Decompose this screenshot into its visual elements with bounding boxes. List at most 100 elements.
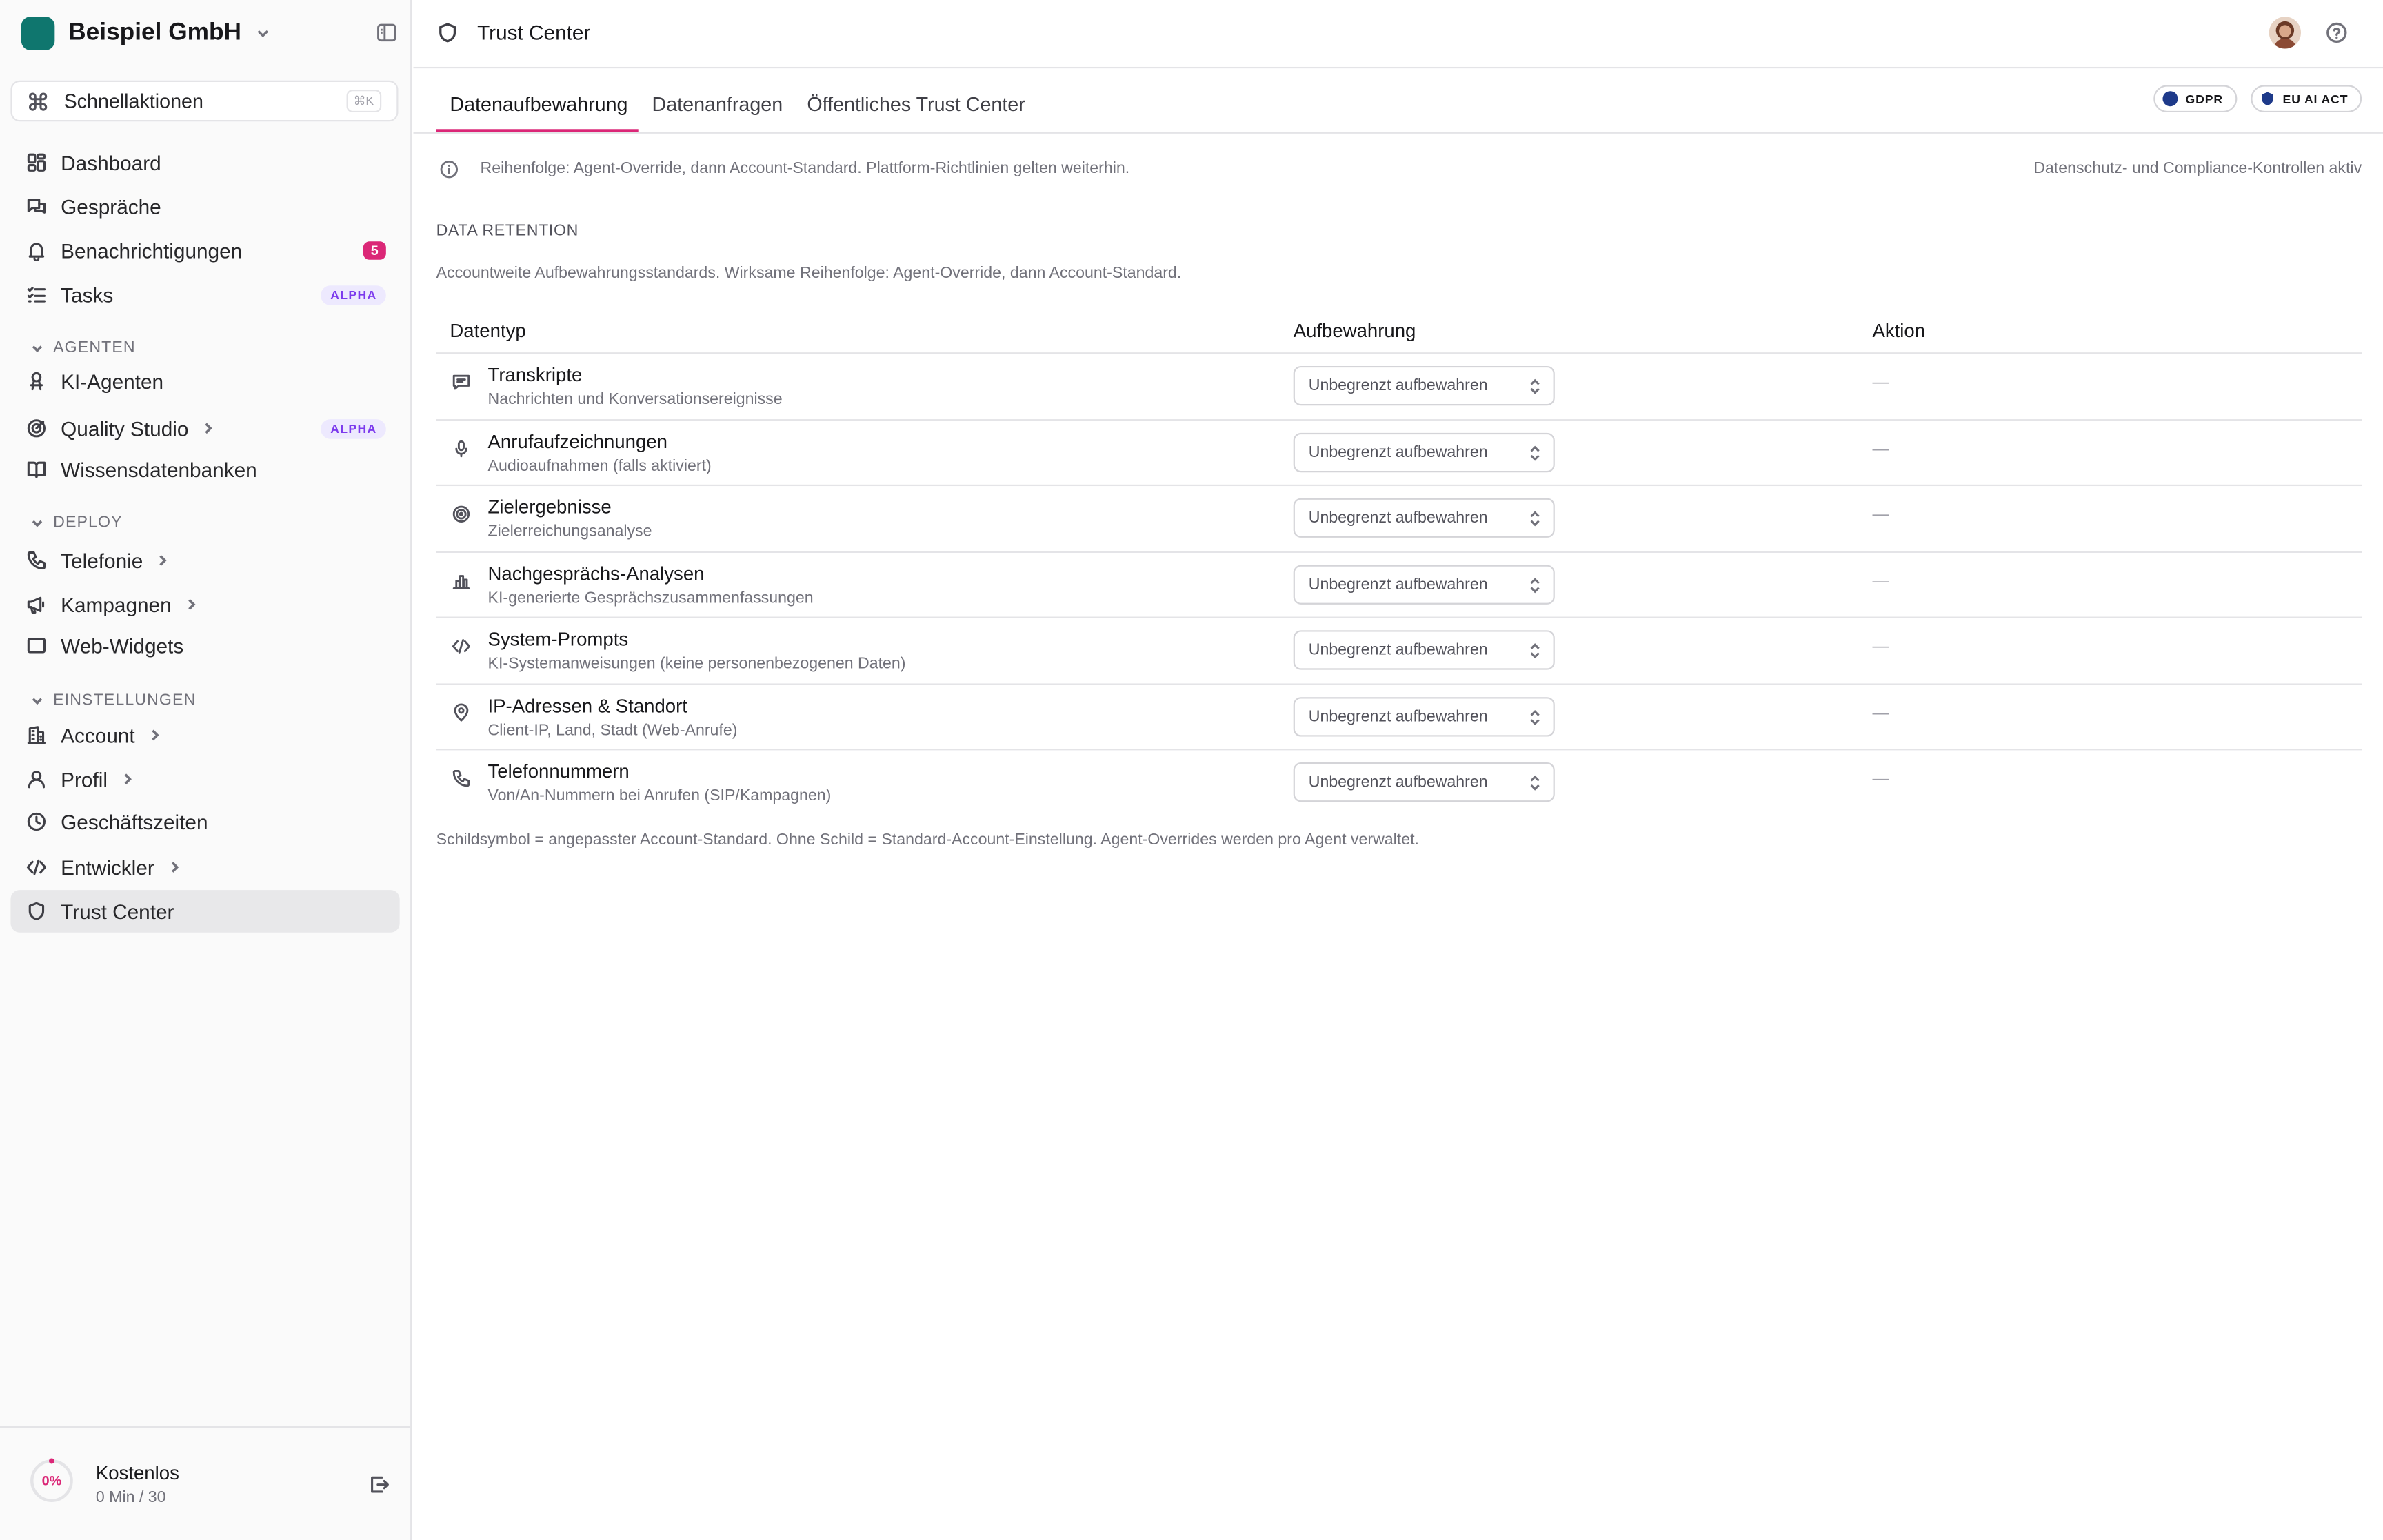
select-value: Unbegrenzt aufbewahren (1308, 707, 1488, 726)
messages-icon (26, 196, 47, 217)
megaphone-icon (26, 594, 47, 615)
retention-select[interactable]: Unbegrenzt aufbewahren (1293, 762, 1555, 802)
chevrons-up-down-icon (1529, 510, 1541, 527)
phone-icon (452, 769, 472, 789)
sidebar-item-profile[interactable]: Profil (10, 758, 399, 800)
section-label: EINSTELLUNGEN (53, 691, 197, 709)
sidebar-item-label: Trust Center (61, 900, 174, 923)
sidebar-item-label: Quality Studio (61, 416, 189, 440)
help-icon[interactable] (2325, 21, 2348, 44)
microphone-icon (452, 438, 472, 458)
row-action: — (1872, 571, 1889, 590)
notification-count-badge: 5 (363, 241, 386, 260)
section-agents[interactable]: AGENTEN (30, 338, 136, 357)
book-icon (26, 458, 47, 480)
usage-percent: 0% (41, 1473, 62, 1489)
select-value: Unbegrenzt aufbewahren (1308, 509, 1488, 527)
sidebar-item-telephony[interactable]: Telefonie (10, 539, 399, 582)
sidebar-item-developer[interactable]: Entwickler (10, 846, 399, 889)
eu-ai-act-label: EU AI ACT (2282, 92, 2349, 106)
top-bar: Trust Center (413, 0, 2383, 69)
row-action: — (1872, 439, 1889, 458)
chevrons-up-down-icon (1529, 576, 1541, 593)
sidebar-item-trust-center[interactable]: Trust Center (10, 890, 400, 933)
compliance-status: Datenschutz- und Compliance-Kontrollen a… (2033, 159, 2362, 178)
quick-actions-button[interactable]: Schnellaktionen ⌘K (10, 80, 399, 122)
tab-bar: Datenaufbewahrung Datenanfragen Öffentli… (413, 67, 2383, 134)
row-action: — (1872, 505, 1889, 525)
org-switcher[interactable]: Beispiel GmbH (21, 15, 272, 52)
tab-public-trust-center[interactable]: Öffentliches Trust Center (807, 92, 1025, 115)
chevron-right-icon (201, 421, 216, 436)
sidebar-item-ai-agents[interactable]: KI-Agenten (10, 360, 399, 403)
sidebar-item-knowledge-bases[interactable]: Wissensdatenbanken (10, 448, 399, 491)
plan-usage-panel: 0% Kostenlos 0 Min / 30 (0, 1426, 411, 1540)
select-value: Unbegrenzt aufbewahren (1308, 640, 1488, 660)
target-arrow-icon (26, 418, 47, 439)
section-label: DEPLOY (53, 513, 123, 532)
sidebar-item-label: Geschäftszeiten (61, 810, 208, 833)
tab-data-requests[interactable]: Datenanfragen (652, 92, 783, 115)
chevron-right-icon (120, 771, 135, 787)
org-name: Beispiel GmbH (68, 19, 242, 46)
table-header: Datentyp Aufbewahrung Aktion (436, 308, 2362, 354)
chevrons-up-down-icon (1529, 378, 1541, 395)
chevrons-up-down-icon (1529, 709, 1541, 725)
retention-select[interactable]: Unbegrenzt aufbewahren (1293, 432, 1555, 472)
section-deploy[interactable]: DEPLOY (30, 514, 123, 531)
alpha-badge: ALPHA (321, 285, 386, 305)
row-title: Zielergebnisse (487, 496, 612, 518)
sidebar-item-label: KI-Agenten (61, 369, 164, 393)
sidebar-item-label: Web-Widgets (61, 634, 184, 657)
eu-ai-act-badge[interactable]: EU AI ACT (2251, 85, 2362, 113)
column-header-retention: Aufbewahrung (1293, 320, 1416, 342)
retention-select[interactable]: Unbegrenzt aufbewahren (1293, 630, 1555, 670)
retention-select[interactable]: Unbegrenzt aufbewahren (1293, 696, 1555, 736)
sidebar-item-quality-studio[interactable]: Quality Studio ALPHA (10, 407, 399, 449)
table-row: Zielergebnisse Zielerreichungsanalyse Un… (436, 486, 2362, 552)
eu-flag-icon (2162, 91, 2178, 107)
logout-icon[interactable] (368, 1473, 390, 1496)
retention-footnote: Schildsymbol = angepasster Account-Stand… (436, 831, 1419, 849)
select-value: Unbegrenzt aufbewahren (1308, 574, 1488, 594)
sidebar-item-web-widgets[interactable]: Web-Widgets (10, 625, 399, 667)
chevron-down-icon (32, 519, 43, 527)
sidebar-item-label: Gespräche (61, 195, 161, 219)
command-icon (28, 90, 49, 112)
user-avatar[interactable] (2269, 17, 2302, 49)
code-icon (452, 636, 472, 656)
row-subtitle: KI-generierte Gesprächszusammenfassungen (487, 588, 814, 607)
section-settings[interactable]: EINSTELLUNGEN (30, 691, 196, 709)
row-title: Transkripte (487, 364, 583, 386)
code-icon (26, 857, 47, 878)
sidebar-item-label: Kampagnen (61, 593, 172, 616)
sidebar-item-label: Wissensdatenbanken (61, 458, 257, 481)
sidebar-item-notifications[interactable]: Benachrichtigungen 5 (10, 230, 399, 272)
sidebar-item-label: Profil (61, 767, 108, 791)
sidebar-item-account[interactable]: Account (10, 714, 399, 757)
row-title: Telefonnummern (487, 760, 630, 782)
plan-usage: 0 Min / 30 (95, 1488, 166, 1507)
sidebar-item-campaigns[interactable]: Kampagnen (10, 583, 399, 626)
sidebar-item-conversations[interactable]: Gespräche (10, 185, 399, 228)
retention-select[interactable]: Unbegrenzt aufbewahren (1293, 498, 1555, 538)
sidebar-item-label: Dashboard (61, 151, 161, 174)
sidebar-item-dashboard[interactable]: Dashboard (10, 141, 399, 184)
row-subtitle: Client-IP, Land, Stadt (Web-Anrufe) (487, 720, 738, 739)
sidebar-item-label: Account (61, 723, 135, 747)
sidebar-toggle-icon[interactable] (375, 21, 398, 44)
retention-select[interactable]: Unbegrenzt aufbewahren (1293, 564, 1555, 604)
tab-data-retention[interactable]: Datenaufbewahrung (450, 92, 627, 115)
sidebar-item-tasks[interactable]: Tasks ALPHA (10, 274, 399, 316)
row-subtitle: Von/An-Nummern bei Anrufen (SIP/Kampagne… (487, 787, 832, 805)
chevron-down-icon (32, 345, 43, 352)
shield-icon (436, 21, 459, 44)
sidebar-item-business-hours[interactable]: Geschäftszeiten (10, 800, 399, 843)
main-content: Trust Center Datenaufbewahrung Datenanfr… (413, 0, 2383, 1540)
window-icon (26, 635, 47, 656)
chevrons-up-down-icon (1529, 444, 1541, 460)
select-value: Unbegrenzt aufbewahren (1308, 376, 1488, 395)
retention-select[interactable]: Unbegrenzt aufbewahren (1293, 365, 1555, 406)
gdpr-badge[interactable]: GDPR (2153, 85, 2237, 113)
row-subtitle: Zielerreichungsanalyse (487, 522, 652, 541)
